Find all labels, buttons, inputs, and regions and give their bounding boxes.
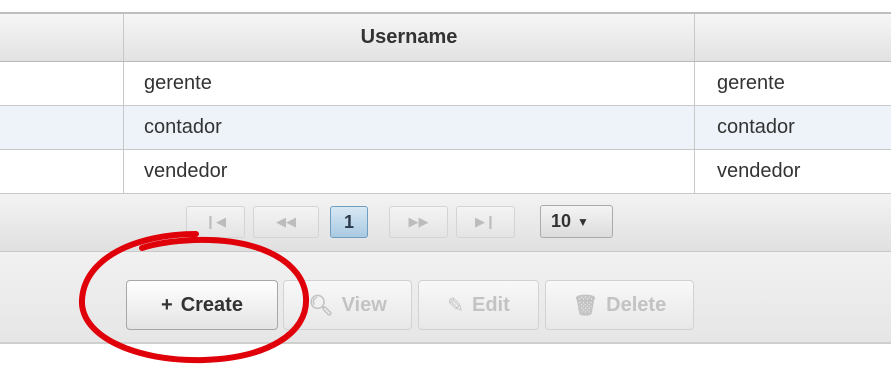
trash-icon: 🗑︎ [572, 294, 599, 317]
view-button-label: View [341, 293, 387, 316]
delete-button-label: Delete [606, 293, 667, 316]
row-cell-username: vendedor [124, 150, 695, 193]
action-toolbar: + Create 🔍︎ View ✎ Edit 🗑︎ Delete [0, 252, 891, 344]
row-cell-username: contador [124, 106, 695, 149]
first-page-button[interactable]: ❙◀ [186, 206, 245, 238]
users-datatable: Username gerente gerente contador contad… [0, 12, 891, 344]
rows-per-page-select[interactable]: 10 ▼ [540, 205, 613, 238]
create-button[interactable]: + Create [126, 280, 278, 330]
last-page-icon: ▶❙ [475, 214, 496, 229]
next-page-button[interactable]: ▶▶ [389, 206, 448, 238]
row-cell-blank [0, 150, 124, 193]
create-button-label: Create [180, 293, 243, 316]
row-cell-extra: gerente [717, 72, 785, 94]
delete-button[interactable]: 🗑︎ Delete [545, 280, 694, 330]
edit-button[interactable]: ✎ Edit [418, 280, 539, 330]
next-page-icon: ▶▶ [408, 214, 429, 229]
row-cell-blank [0, 106, 124, 149]
last-page-button[interactable]: ▶❙ [456, 206, 515, 238]
row-cell-extra: vendedor [717, 160, 801, 182]
prev-page-button[interactable]: ◀◀ [253, 206, 319, 238]
column-header-extra[interactable] [695, 14, 891, 61]
table-row[interactable]: vendedor vendedor [0, 150, 891, 194]
prev-page-icon: ◀◀ [276, 214, 296, 229]
rows-per-page-value: 10 [551, 211, 572, 231]
row-cell-extra: contador [717, 116, 795, 138]
table-row[interactable]: contador contador [0, 106, 891, 150]
chevron-down-icon: ▼ [577, 214, 589, 229]
edit-button-label: Edit [471, 293, 510, 316]
paginator: ❙◀ ◀◀ 1 ▶▶ ▶❙ 10 ▼ [0, 194, 891, 252]
plus-icon: + [161, 293, 173, 316]
column-header-username[interactable]: Username [124, 14, 695, 61]
column-header-blank[interactable] [0, 14, 124, 61]
row-cell-username: gerente [124, 62, 695, 105]
first-page-icon: ❙◀ [205, 214, 226, 229]
row-cell-blank [0, 62, 124, 105]
page-1-button[interactable]: 1 [330, 206, 368, 238]
search-icon: 🔍︎ [308, 294, 334, 317]
pencil-icon: ✎ [447, 294, 464, 317]
view-button[interactable]: 🔍︎ View [283, 280, 412, 330]
table-header: Username [0, 14, 891, 62]
table-row[interactable]: gerente gerente [0, 62, 891, 106]
